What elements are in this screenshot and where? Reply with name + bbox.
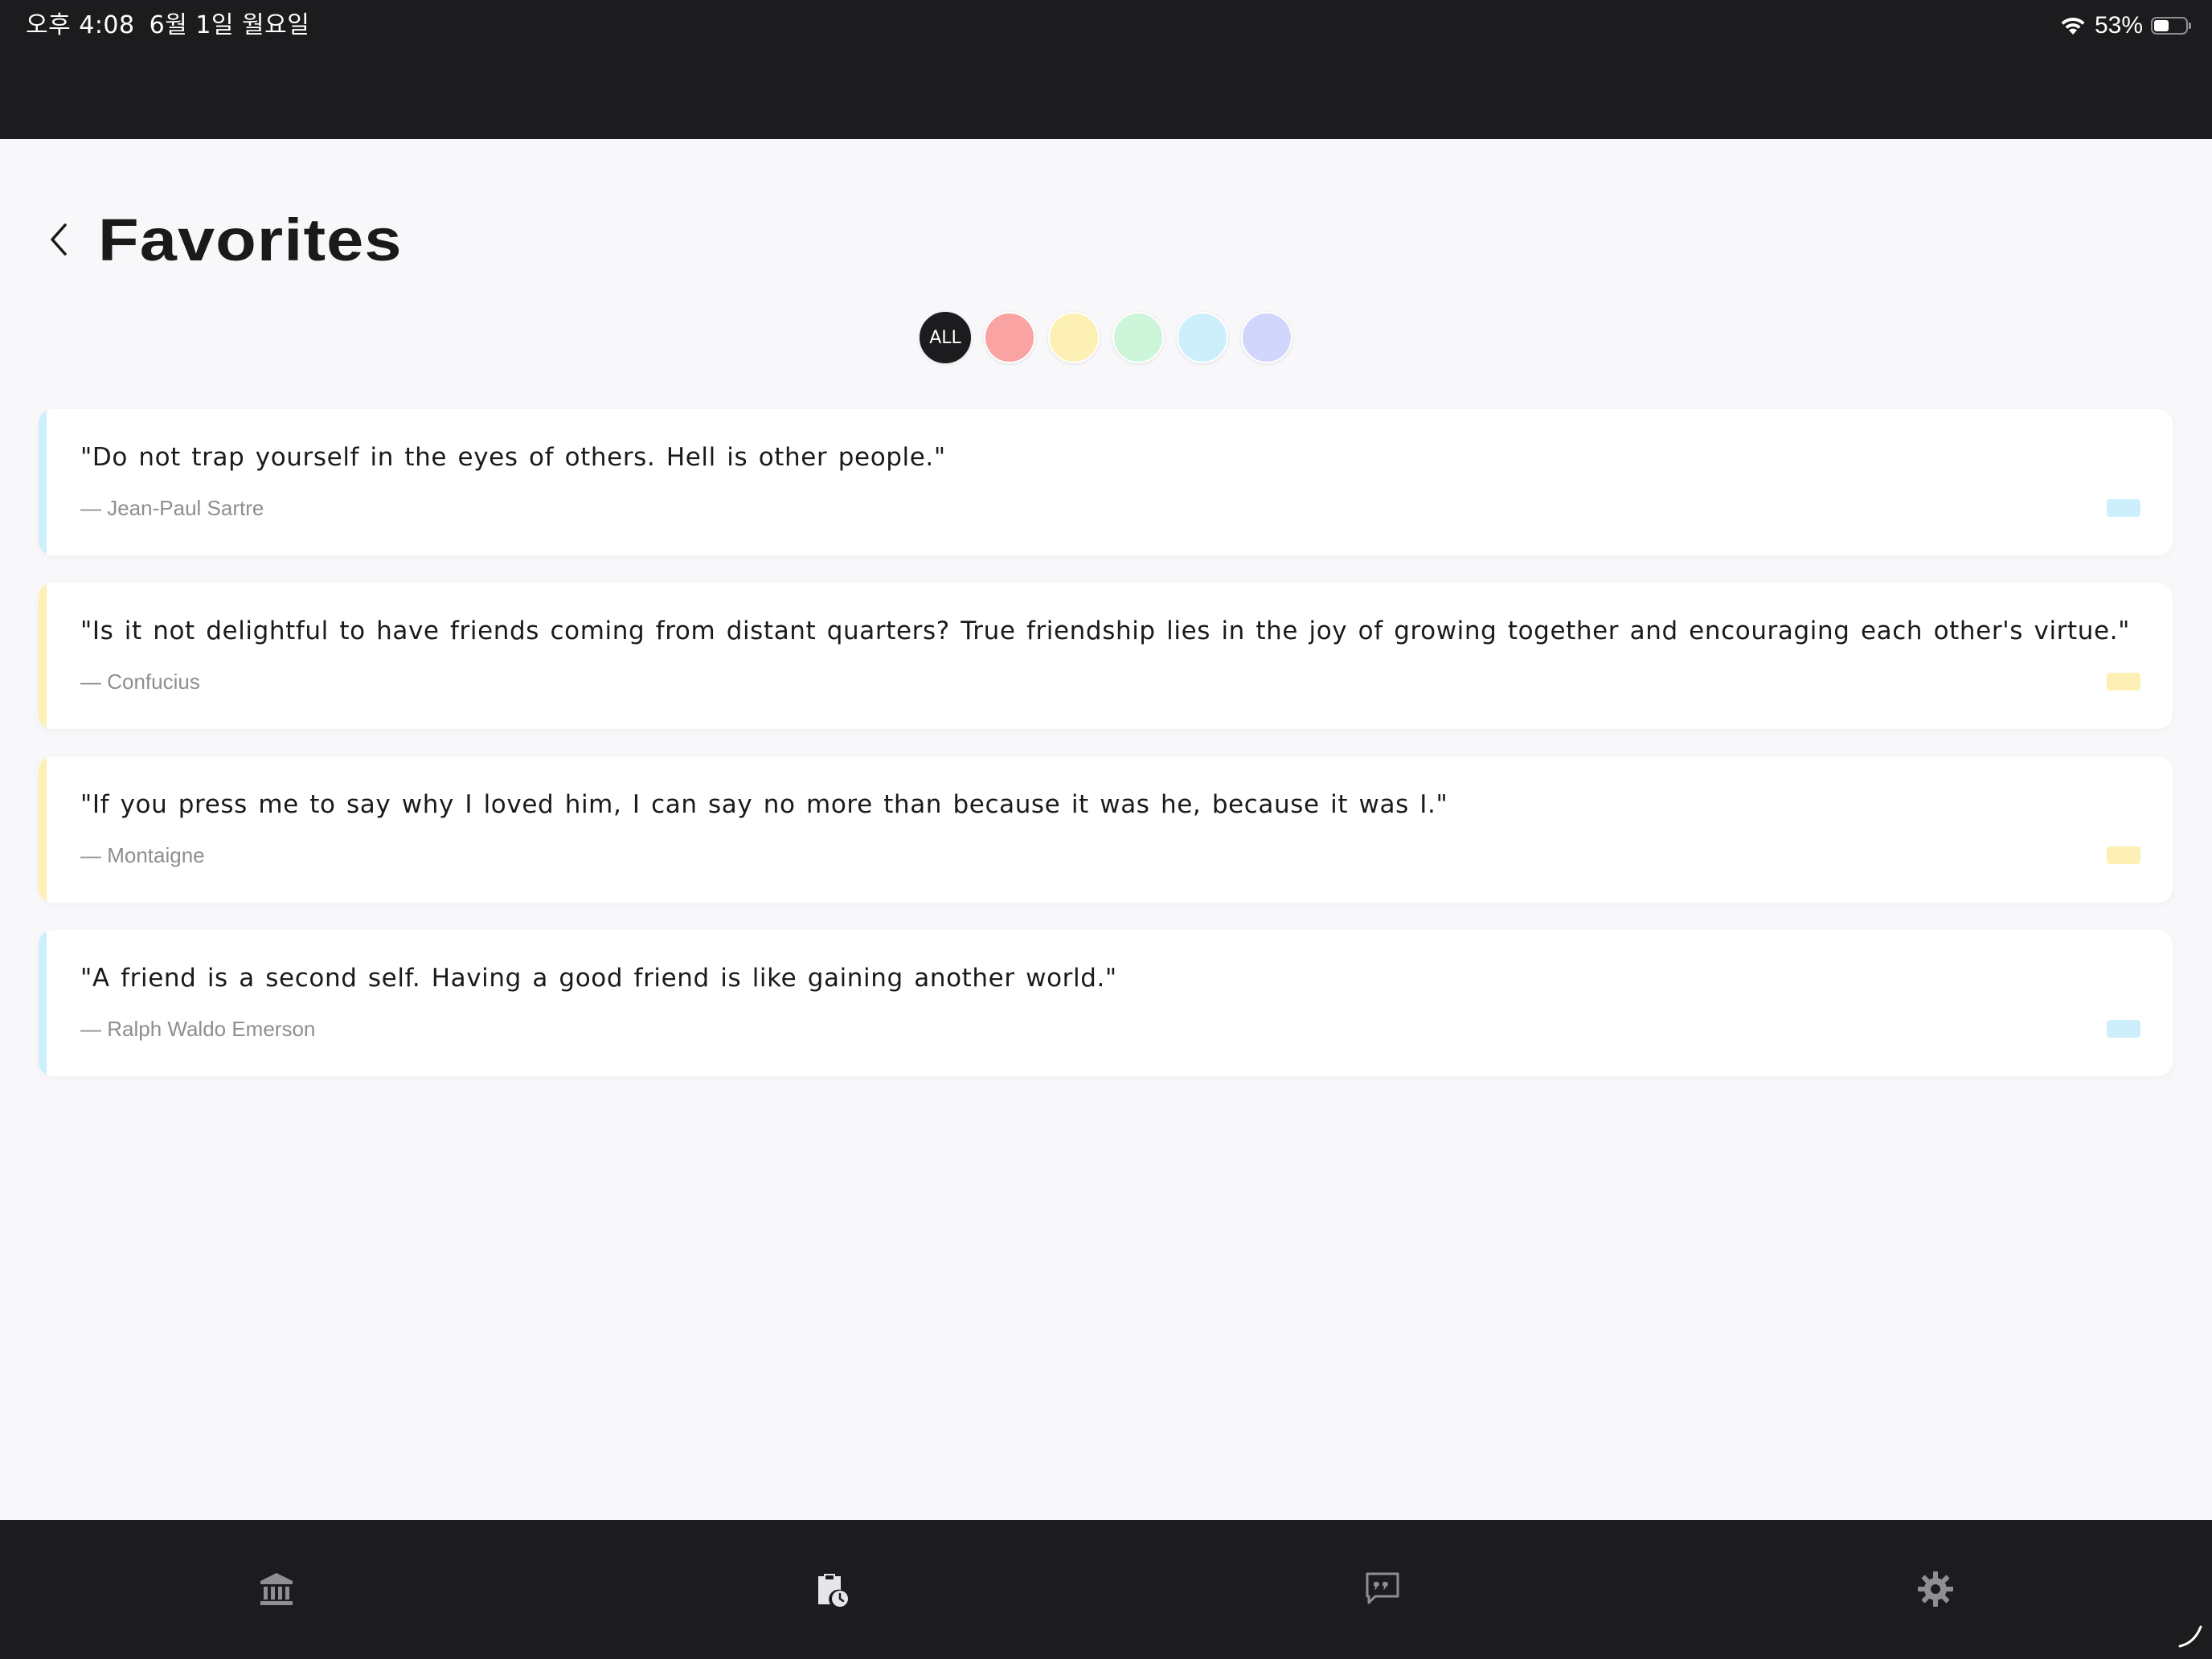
app-screen: 오후 4:08 6월 1일 월요일 53% Favorites ALL "Do … (0, 0, 2212, 1659)
back-button[interactable] (42, 215, 74, 264)
quote-color-tag[interactable] (2107, 846, 2140, 864)
quote-color-accent (39, 409, 47, 555)
quote-card[interactable]: "If you press me to say why I loved him,… (39, 756, 2173, 903)
tab-bar (0, 1520, 2212, 1659)
quote-color-accent (39, 583, 47, 729)
corner-handle-icon (2178, 1625, 2202, 1648)
page-title: Favorites (98, 206, 403, 273)
filter-chip-red[interactable] (984, 312, 1035, 363)
status-bar: 오후 4:08 6월 1일 월요일 53% (0, 0, 2212, 139)
status-time: 오후 4:08 6월 1일 월요일 (26, 10, 309, 42)
quote-author: — Montaigne (80, 843, 205, 867)
quote-card[interactable]: "A friend is a second self. Having a goo… (39, 930, 2173, 1076)
wifi-icon (2061, 17, 2085, 35)
quote-list: "Do not trap yourself in the eyes of oth… (39, 409, 2173, 1104)
quote-card[interactable]: "Do not trap yourself in the eyes of oth… (39, 409, 2173, 555)
battery-icon (2151, 17, 2191, 35)
quote-text: "A friend is a second self. Having a goo… (80, 964, 1117, 993)
tab-library[interactable] (228, 1549, 325, 1629)
filter-chip-all[interactable]: ALL (920, 312, 971, 363)
quote-card[interactable]: "Is it not delightful to have friends co… (39, 583, 2173, 729)
chevron-left-icon (51, 223, 67, 256)
filter-chip-green[interactable] (1112, 312, 1164, 363)
quote-text: "Is it not delightful to have friends co… (80, 616, 2130, 645)
page-header: Favorites (42, 195, 401, 284)
tab-favorites[interactable] (782, 1549, 879, 1629)
status-indicators: 53% (2059, 10, 2191, 42)
gear-icon (1918, 1571, 1953, 1607)
clipboard-clock-icon (818, 1574, 848, 1607)
tab-quotes[interactable] (1334, 1549, 1431, 1629)
quote-color-accent (39, 756, 47, 903)
quote-text: "If you press me to say why I loved him,… (80, 790, 1448, 819)
quote-color-accent (39, 930, 47, 1076)
status-date: 6월 1일 월요일 (149, 11, 310, 39)
tab-settings[interactable] (1887, 1549, 1984, 1629)
favorites-screen: Favorites ALL "Do not trap yourself in t… (0, 139, 2212, 1520)
status-clock: 오후 4:08 (26, 11, 135, 39)
battery-level-fill (2154, 20, 2169, 31)
quote-bubble-icon (1366, 1572, 1399, 1604)
quote-author: — Confucius (80, 670, 200, 694)
color-filter-row: ALL (0, 312, 2212, 363)
quote-color-tag[interactable] (2107, 1020, 2140, 1038)
quote-author: — Jean-Paul Sartre (80, 496, 264, 520)
quote-text: "Do not trap yourself in the eyes of oth… (80, 443, 946, 472)
filter-chip-yellow[interactable] (1048, 312, 1100, 363)
quote-author: — Ralph Waldo Emerson (80, 1017, 316, 1041)
library-icon (260, 1573, 293, 1605)
quote-color-tag[interactable] (2107, 673, 2140, 690)
quote-color-tag[interactable] (2107, 499, 2140, 517)
filter-chip-label: ALL (929, 327, 961, 348)
filter-chip-blue[interactable] (1177, 312, 1228, 363)
filter-chip-purple[interactable] (1241, 312, 1292, 363)
battery-percent: 53% (2094, 12, 2143, 39)
